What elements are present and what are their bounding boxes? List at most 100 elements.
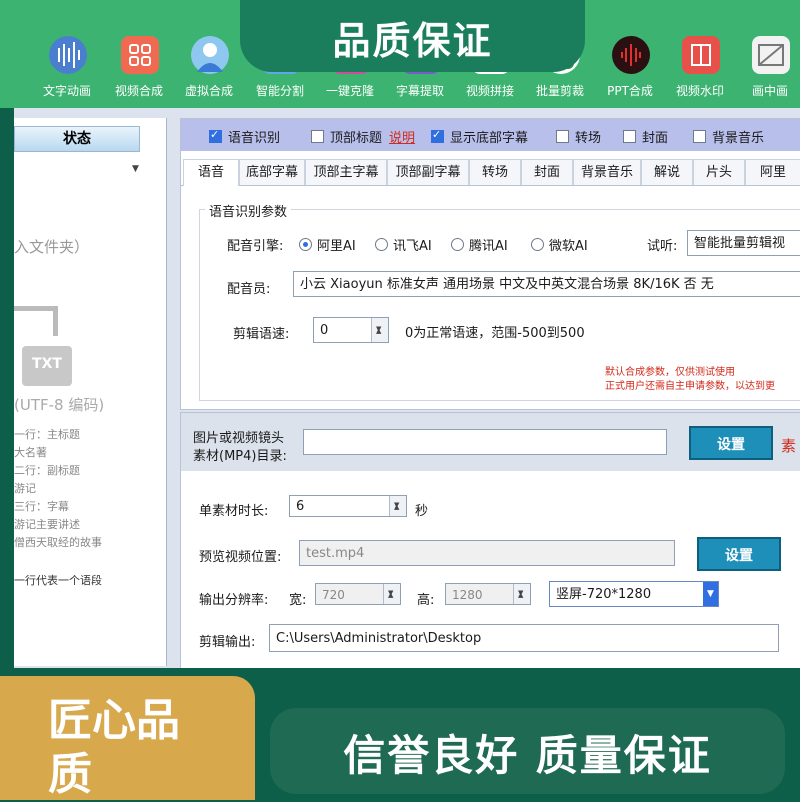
radio-engine-xunfei[interactable]: 讯飞AI: [375, 235, 432, 254]
material-red-char: 素: [781, 437, 797, 455]
checkbox-icon: [623, 130, 636, 143]
speed-label: 剪辑语速:: [233, 327, 290, 342]
explain-link[interactable]: 说明: [389, 127, 415, 146]
checkbox-checked-icon: [431, 128, 444, 143]
output-label: 剪辑输出:: [199, 635, 256, 650]
tool-ppt-compose[interactable]: PPT合成: [598, 28, 662, 106]
tab-bottom-subtitle[interactable]: 底部字幕: [239, 159, 305, 185]
folder-hint: 入文件夹）: [14, 238, 90, 256]
checkbox-bottom-subtitle[interactable]: 显示底部字幕: [431, 127, 528, 146]
radio-icon: [531, 238, 544, 251]
checkbox-transition[interactable]: 转场: [556, 127, 601, 146]
checkbox-icon: [556, 130, 569, 143]
checkbox-cover[interactable]: 封面: [623, 127, 668, 146]
trial-label: 试听:: [647, 239, 678, 254]
orientation-select[interactable]: 竖屏-720*1280 ▼: [549, 581, 719, 607]
hint-line: 二行：副标题: [14, 464, 80, 477]
status-header[interactable]: 状态: [14, 126, 140, 152]
left-pane: 状态 ▼ 入文件夹） TXT (UTF-8 编码) 一行：主标题 大名著 二行：…: [14, 118, 167, 666]
picture-in-picture-icon: [752, 36, 790, 74]
banner-top-title: 品质保证: [332, 19, 493, 63]
radio-engine-tencent[interactable]: 腾讯AI: [451, 235, 508, 254]
hint-line: 一行：主标题: [14, 428, 80, 441]
tool-video-watermark[interactable]: 视频水印: [668, 28, 732, 106]
tool-virtual-compose[interactable]: 虚拟合成: [177, 28, 241, 106]
txt-file-icon: TXT: [22, 346, 72, 386]
tab-cover[interactable]: 封面: [521, 159, 573, 185]
feature-checkbar: 语音识别 顶部标题 说明 显示底部字幕 转场 封面 背景音乐: [181, 119, 800, 151]
speech-params-title: 语音识别参数: [205, 201, 292, 220]
tab-strip: 语音 底部字幕 顶部主字幕 顶部副字幕 转场 封面 背景音乐 解说 片头 阿里: [181, 159, 800, 186]
duration-label: 单素材时长:: [199, 504, 269, 519]
width-stepper[interactable]: 720: [315, 583, 401, 605]
radio-selected-icon: [299, 238, 312, 251]
hint-line: 游记: [14, 482, 36, 495]
hint-line: 三行：字幕: [14, 500, 69, 513]
hint-line: 僧西天取经的故事: [14, 536, 102, 549]
checkbox-icon: [693, 130, 706, 143]
tab-intro[interactable]: 片头: [693, 159, 745, 185]
checkbox-icon: [311, 130, 324, 143]
text-animation-icon: [49, 36, 87, 74]
checkbox-checked-icon: [209, 128, 222, 143]
avatar-icon: [191, 36, 229, 74]
hint-line: 游记主要讲述: [14, 518, 80, 531]
radio-icon: [451, 238, 464, 251]
voice-select[interactable]: 小云 Xiaoyun 标准女声 通用场景 中文及中英文混合场景 8K/16K 否…: [293, 271, 800, 297]
spin-arrows-icon[interactable]: [383, 584, 400, 604]
speed-hint: 0为正常语速，范围-500到500: [405, 326, 585, 341]
trial-select[interactable]: 智能批量剪辑视: [687, 230, 800, 256]
speed-stepper[interactable]: 0: [313, 317, 389, 343]
tab-transition[interactable]: 转场: [469, 159, 521, 185]
height-label: 高:: [417, 593, 435, 608]
output-path-input[interactable]: C:\Users\Administrator\Desktop: [269, 624, 779, 652]
dropdown-arrow-icon[interactable]: ▼: [132, 164, 139, 174]
note-apply-params: 正式用户还需自主申请参数，以达到更: [605, 381, 775, 392]
tool-replace[interactable]: 换: [0, 28, 22, 106]
preview-path-input[interactable]: test.mp4: [299, 540, 675, 566]
preview-set-button[interactable]: 设置: [697, 537, 781, 571]
replace-icon: [0, 36, 10, 74]
output-settings-pane: 图片或视频镜头 素材(MP4)目录: 设置 素 单素材时长: 6 秒 预览视频位…: [180, 412, 800, 670]
bottom-banner-text: 信誉良好 质量保证: [343, 731, 712, 780]
material-set-button[interactable]: 设置: [689, 426, 773, 460]
grid-apps-icon: [121, 36, 159, 74]
hint-line: 一行代表一个语段: [14, 574, 102, 587]
tab-background-music[interactable]: 背景音乐: [573, 159, 641, 185]
hint-line: 大名著: [14, 446, 47, 459]
spin-arrows-icon[interactable]: [389, 496, 406, 516]
material-row: 图片或视频镜头 素材(MP4)目录: 设置 素: [181, 413, 800, 471]
tab-top-sub-subtitle[interactable]: 顶部副字幕: [387, 159, 469, 185]
material-path-input[interactable]: [303, 429, 667, 455]
tool-video-compose[interactable]: 视频合成: [107, 28, 171, 106]
tool-picture-in-picture[interactable]: 画中画: [738, 28, 800, 106]
checkbox-top-title[interactable]: 顶部标题: [311, 127, 382, 146]
audio-wave-icon: [612, 36, 650, 74]
engine-label: 配音引擎:: [227, 239, 284, 254]
resolution-label: 输出分辨率:: [199, 593, 269, 608]
radio-engine-ali[interactable]: 阿里AI: [299, 235, 356, 254]
tab-speech[interactable]: 语音: [183, 159, 239, 186]
gold-slogan: 匠心品质: [48, 695, 180, 800]
note-default-params: 默认合成参数，仅供测试使用: [605, 367, 735, 378]
checkbox-speech-recognition[interactable]: 语音识别: [209, 127, 280, 146]
checkbox-background-music[interactable]: 背景音乐: [693, 127, 764, 146]
tool-text-animation[interactable]: 文字动画: [35, 28, 99, 106]
tab-top-main-subtitle[interactable]: 顶部主字幕: [305, 159, 387, 185]
watermark-icon: [682, 36, 720, 74]
tab-ali[interactable]: 阿里: [745, 159, 800, 185]
voice-label: 配音员:: [227, 282, 271, 297]
dropdown-arrow-icon[interactable]: ▼: [703, 582, 718, 606]
radio-engine-microsoft[interactable]: 微软AI: [531, 235, 588, 254]
preview-label: 预览视频位置:: [199, 550, 282, 565]
tab-narration[interactable]: 解说: [641, 159, 693, 185]
spin-arrows-icon[interactable]: [513, 584, 530, 604]
material-label-1: 图片或视频镜头: [193, 431, 285, 446]
speech-settings-pane: 语音识别 顶部标题 说明 显示底部字幕 转场 封面 背景音乐 语音 底部字幕 顶…: [180, 118, 800, 410]
material-label-2: 素材(MP4)目录:: [193, 449, 287, 464]
duration-stepper[interactable]: 6: [289, 495, 407, 517]
encoding-label: (UTF-8 编码): [14, 396, 105, 414]
spin-arrows-icon[interactable]: [371, 318, 388, 342]
height-stepper[interactable]: 1280: [445, 583, 531, 605]
radio-icon: [375, 238, 388, 251]
